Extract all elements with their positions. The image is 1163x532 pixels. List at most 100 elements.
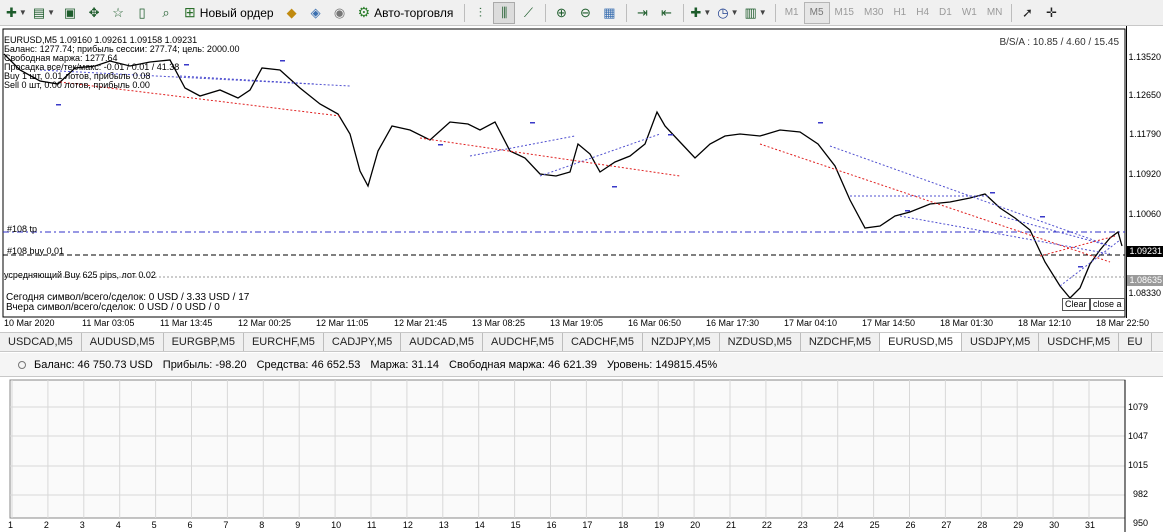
strategy-tester-icon[interactable]: ⌕	[155, 2, 177, 24]
time-axis-label: 18 Mar 01:30	[940, 318, 994, 328]
indicator-x-label: 19	[654, 520, 665, 530]
autoscroll-icon[interactable]: ⇥	[631, 2, 653, 24]
buy-line-label: #108 buy 0.01	[7, 246, 65, 256]
averaging-label: усредняющий Buy 625 pips, лот 0.02	[4, 270, 156, 280]
trade-marker	[612, 186, 617, 188]
new-order-button[interactable]: ⊞ Новый ордер	[179, 2, 279, 24]
time-axis-label: 12 Mar 21:45	[394, 318, 448, 328]
time-axis-label: 18 Mar 12:10	[1018, 318, 1072, 328]
toolbar-separator	[464, 3, 466, 22]
time-axis-label: 11 Mar 13:45	[160, 318, 213, 328]
market-watch-icon[interactable]: ▣	[59, 2, 81, 24]
symbol-tab[interactable]: CADJPY,M5	[324, 333, 402, 351]
symbol-tab[interactable]: NZDCHF,M5	[801, 333, 881, 351]
navigator-icon[interactable]: ✥	[83, 2, 105, 24]
timeframe-mn[interactable]: MN	[982, 2, 1008, 24]
toolbar-separator	[683, 3, 685, 22]
indicator-x-label: 20	[690, 520, 701, 530]
symbol-tab[interactable]: USDCAD,M5	[0, 333, 82, 351]
new-order-label: Новый ордер	[199, 5, 274, 20]
chart-shift-icon[interactable]: ⇤	[655, 2, 677, 24]
trade-marker	[818, 122, 823, 124]
periods-icon[interactable]: ◷ ▼	[715, 2, 740, 24]
timeframe-m5[interactable]: M5	[803, 1, 830, 24]
trade-marker	[56, 104, 61, 106]
indicator-x-label: 4	[115, 520, 121, 530]
cursor-icon[interactable]: ➚	[1016, 2, 1038, 24]
candlestick-icon[interactable]: ⫼	[493, 1, 516, 24]
trade-marker	[668, 134, 673, 136]
symbol-tab[interactable]: USDCHF,M5	[1039, 333, 1120, 351]
line-chart-icon[interactable]: ⟋	[517, 2, 539, 24]
symbol-tab[interactable]: EURCHF,M5	[244, 333, 324, 351]
price-axis: 1.13520 1.12650 1.11790 1.10920 1.10060 …	[1126, 26, 1163, 318]
bar-chart-icon[interactable]: ⫶	[469, 2, 491, 24]
indicator-x-label: 18	[618, 520, 629, 530]
indicator-panel[interactable]: 1079 1047 1015 982 950 1 2 3 4 5 6 7 8 9 10 11 12 13 14 15 1…	[0, 378, 1163, 532]
symbol-tab[interactable]: AUDCHF,M5	[483, 333, 563, 351]
symbol-tab[interactable]: NZDUSD,M5	[720, 333, 801, 351]
price-label: 1.13520	[1128, 52, 1161, 62]
close-all-button[interactable]: close a	[1090, 298, 1125, 311]
price-line	[3, 53, 1123, 299]
price-chart[interactable]: EURUSD,M5 1.09160 1.09261 1.09158 1.0923…	[0, 26, 1163, 332]
templates-icon[interactable]: ▥ ▼	[743, 2, 769, 24]
symbol-tab[interactable]: EURUSD,M5	[880, 333, 962, 351]
time-axis-label: 11 Mar 03:05	[82, 318, 135, 328]
zoom-out-icon[interactable]: ⊖	[574, 2, 596, 24]
indicator-x-label: 31	[1085, 520, 1096, 530]
timeframe-m30[interactable]: M30	[859, 2, 888, 24]
indicator-x-label: 24	[833, 520, 844, 530]
timeframe-w1[interactable]: W1	[957, 2, 982, 24]
indicator-x-label: 15	[510, 520, 521, 530]
symbol-tab[interactable]: AUDUSD,M5	[82, 333, 164, 351]
indicator-y-label: 1047	[1127, 431, 1148, 441]
zoom-in-icon[interactable]: ⊕	[550, 2, 572, 24]
timeframe-m1[interactable]: M1	[780, 2, 804, 24]
trade-marker	[280, 60, 285, 62]
account-bar: Баланс: 46 750.73 USD Прибыль: -98.20 Ср…	[0, 353, 1163, 377]
trade-connector-line	[999, 215, 1111, 247]
toolbar-separator	[626, 3, 628, 22]
terminal-icon[interactable]: ▯	[131, 2, 153, 24]
time-axis-label: 16 Mar 17:30	[706, 318, 760, 328]
clear-button[interactable]: Clear	[1062, 298, 1090, 311]
account-balance: Баланс: 46 750.73 USD	[34, 358, 153, 371]
signals-icon[interactable]: ◈	[305, 2, 327, 24]
auto-trading-button[interactable]: ⚙ Авто-торговля	[353, 2, 459, 24]
symbol-tab[interactable]: NZDJPY,M5	[643, 333, 720, 351]
indicator-y-label: 982	[1132, 489, 1148, 499]
symbol-tab[interactable]: CADCHF,M5	[563, 333, 643, 351]
symbol-tab[interactable]: USDJPY,M5	[962, 333, 1040, 351]
symbol-tabs: USDCAD,M5 AUDUSD,M5 EURGBP,M5 EURCHF,M5 CADJ…	[0, 332, 1163, 352]
timeframe-m15[interactable]: M15	[830, 2, 859, 24]
favorites-icon[interactable]: ☆	[107, 2, 129, 24]
time-axis-label: 12 Mar 11:05	[316, 318, 369, 328]
indicator-canvas	[9, 379, 1126, 532]
symbol-tab[interactable]: AUDCAD,M5	[401, 333, 484, 351]
trade-connector-line	[469, 135, 576, 157]
crosshair-icon[interactable]: ✛	[1040, 2, 1062, 24]
indicator-x-label: 23	[797, 520, 808, 530]
new-chart-icon[interactable]: ✚ ▼	[4, 2, 29, 24]
indicator-x-label: 28	[977, 520, 988, 530]
trade-marker	[530, 122, 535, 124]
indicator-x-label: 21	[726, 520, 737, 530]
timeframe-h4[interactable]: H4	[911, 2, 934, 24]
timeframe-h1[interactable]: H1	[888, 2, 911, 24]
account-level: Уровень: 149815.45%	[606, 358, 718, 371]
trade-connector-line	[539, 133, 661, 177]
pending-price-box: 1.08635	[1127, 275, 1163, 286]
symbol-tab[interactable]: EURGBP,M5	[164, 333, 244, 351]
averaging-line	[419, 137, 681, 177]
indicator-x-label: 17	[582, 520, 593, 530]
timeframe-d1[interactable]: D1	[934, 2, 957, 24]
metaeditor-icon[interactable]: ◆	[281, 2, 303, 24]
symbol-tab[interactable]: EU	[1119, 333, 1152, 351]
profiles-icon[interactable]: ▤ ▼	[31, 2, 57, 24]
indicator-x-label: 11	[367, 520, 377, 530]
indicators-icon[interactable]: ✚ ▼	[688, 2, 713, 24]
price-label: 1.08330	[1128, 288, 1161, 298]
tile-windows-icon[interactable]: ▦	[598, 2, 620, 24]
market-icon[interactable]: ◉	[329, 2, 351, 24]
